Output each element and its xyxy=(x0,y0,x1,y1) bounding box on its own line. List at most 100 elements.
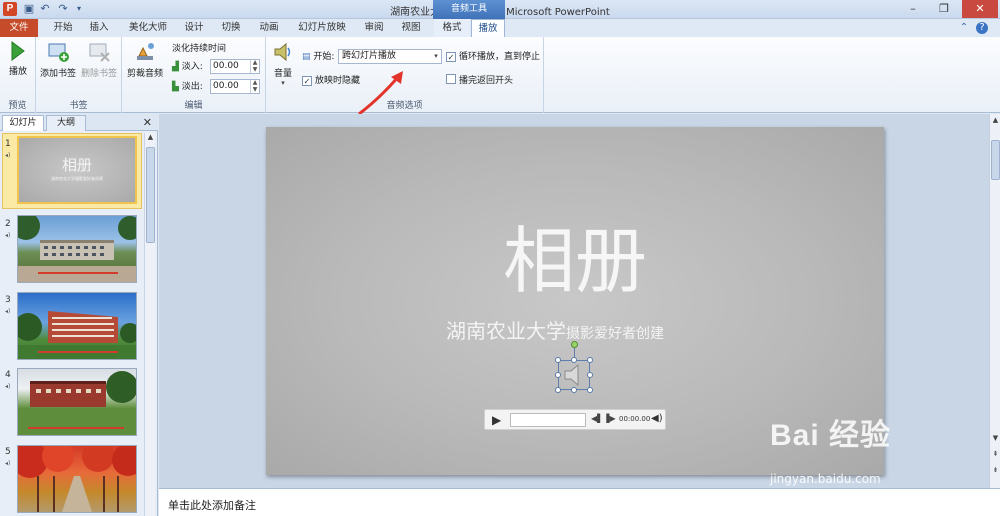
slide-thumbnail-4[interactable] xyxy=(17,368,137,436)
scroll-up-icon[interactable]: ▲ xyxy=(145,133,156,141)
volume-dropdown-icon: ▾ xyxy=(281,79,285,87)
tab-home[interactable]: 开始 xyxy=(46,19,80,37)
hide-during-show-check-icon: ✓ xyxy=(302,76,312,86)
thumbnail-title: 相册 xyxy=(61,156,92,174)
audio-object-selected[interactable] xyxy=(558,360,590,390)
tab-format[interactable]: 格式 xyxy=(434,19,470,37)
resize-handle-bottom-left[interactable] xyxy=(555,387,561,393)
resize-handle-top[interactable] xyxy=(571,357,577,363)
help-icon[interactable]: ? xyxy=(976,22,988,34)
next-slide-icon[interactable]: ⇟ xyxy=(990,466,1000,474)
hide-during-show-checkbox[interactable]: ✓ 放映时隐藏 xyxy=(302,73,360,89)
rewind-after-playing-checkbox[interactable]: 播完返回开头 xyxy=(446,73,513,89)
loop-until-stopped-label: 循环播放，直到停止 xyxy=(459,52,541,62)
close-window-button[interactable]: ✕ xyxy=(962,0,998,18)
resize-handle-bottom-right[interactable] xyxy=(587,387,593,393)
add-bookmark-icon xyxy=(48,43,69,62)
remove-bookmark-button[interactable]: 删除书签 xyxy=(80,40,118,79)
tab-outline[interactable]: 大纲 xyxy=(46,115,86,131)
resize-handle-top-left[interactable] xyxy=(555,357,561,363)
notes-placeholder: 单击此处添加备注 xyxy=(168,499,256,512)
tab-insert[interactable]: 插入 xyxy=(82,19,116,37)
tab-slides[interactable]: 幻灯片 xyxy=(2,115,44,131)
play-preview-button[interactable]: 播放 xyxy=(3,40,33,77)
watermark-brand: Bai 经验 xyxy=(770,419,892,452)
watermark-url: jingyan.baidu.com xyxy=(770,472,881,486)
group-bookmarks-label: 书签 xyxy=(69,101,88,111)
add-bookmark-button[interactable]: 添加书签 xyxy=(39,40,77,79)
thumbnail-scrollbar[interactable]: ▲ xyxy=(144,133,155,516)
audio-tools-context-label: 音频工具 xyxy=(433,0,505,19)
resize-handle-right[interactable] xyxy=(587,372,593,378)
tab-animations[interactable]: 动画 xyxy=(252,19,286,37)
notes-pane[interactable]: 单击此处添加备注 xyxy=(159,488,1000,516)
thumbnail-subtitle: 湖南农业大学摄影爱好者创建 xyxy=(51,176,103,181)
tab-transitions[interactable]: 切换 xyxy=(214,19,248,37)
slide-thumbnail-1[interactable]: 相册 湖南农业大学摄影爱好者创建 xyxy=(17,136,137,204)
resize-handle-bottom[interactable] xyxy=(571,387,577,393)
group-editing-label: 编辑 xyxy=(184,101,203,111)
canvas-scroll-thumb[interactable] xyxy=(991,140,1000,180)
slide-thumbnail-3[interactable] xyxy=(17,292,137,360)
group-preview: 播放 预览 xyxy=(0,37,36,113)
start-dropdown-value: 跨幻灯片播放 xyxy=(342,51,397,61)
previous-slide-icon[interactable]: ⇞ xyxy=(990,450,1000,458)
campus-library-image xyxy=(18,371,136,435)
minimize-ribbon-icon[interactable]: ⌃ xyxy=(958,22,970,34)
ribbon: 播放 预览 添加书签 删除书签 书签 剪裁音频 淡化持续时间 ▟ 淡入: 00.… xyxy=(0,37,1000,113)
tab-file[interactable]: 文件 xyxy=(0,19,38,37)
rewind-after-playing-label: 播完返回开头 xyxy=(459,76,514,86)
loop-check-icon: ✓ xyxy=(446,52,456,62)
resize-handle-top-right[interactable] xyxy=(587,357,593,363)
restore-button[interactable]: ❐ xyxy=(929,0,959,18)
ribbon-tab-row: 文件 开始 插入 美化大师 设计 切换 动画 幻灯片放映 审阅 视图 格式 播放… xyxy=(0,19,1000,37)
tab-slideshow[interactable]: 幻灯片放映 xyxy=(290,19,354,37)
fade-in-icon: ▟ xyxy=(172,62,179,72)
add-bookmark-label: 添加书签 xyxy=(39,69,76,79)
trim-audio-button[interactable]: 剪裁音频 xyxy=(124,40,166,79)
close-icon[interactable]: ✕ xyxy=(143,116,152,129)
slide-thumbnail-2[interactable] xyxy=(17,215,137,283)
play-icon xyxy=(11,41,25,61)
fade-out-spinner-icon[interactable]: ▲ ▼ xyxy=(250,79,259,93)
player-volume-icon[interactable]: ◀) xyxy=(651,413,663,424)
fade-in-spinner-icon[interactable]: ▲ ▼ xyxy=(250,59,259,73)
fade-in-label: 淡入: xyxy=(181,62,203,72)
player-progress-bar[interactable] xyxy=(510,413,586,427)
audio-marker-icon: ◂) xyxy=(5,152,11,159)
minimize-button[interactable]: – xyxy=(898,0,928,18)
fade-in-input[interactable]: 00.00 ▲ ▼ xyxy=(210,59,260,74)
tab-design[interactable]: 设计 xyxy=(178,19,210,37)
slide-subtitle-small: 摄影爱好者创建 xyxy=(566,326,664,342)
panel-tabs: 幻灯片 大纲 ✕ xyxy=(0,114,158,131)
audio-marker-icon: ◂) xyxy=(5,232,11,239)
tab-playback[interactable]: 播放 xyxy=(471,19,505,37)
slide-title[interactable]: 相册 xyxy=(266,202,884,307)
rotation-handle[interactable] xyxy=(571,341,578,348)
tab-beautify-master[interactable]: 美化大师 xyxy=(120,19,176,37)
rewind-check-icon xyxy=(446,74,456,84)
remove-bookmark-icon xyxy=(89,43,110,62)
start-icon: ▤ xyxy=(302,52,311,62)
tab-review[interactable]: 审阅 xyxy=(358,19,390,37)
slide-thumbnail-5[interactable] xyxy=(17,445,137,513)
fade-out-input[interactable]: 00.00 ▲ ▼ xyxy=(210,79,260,94)
canvas-scrollbar[interactable]: ▲ ▼ ⇞ ⇟ xyxy=(989,114,1000,488)
baidu-watermark: Bai 经验 jingyan.baidu.com xyxy=(770,410,970,490)
scroll-down-icon[interactable]: ▼ xyxy=(990,434,1000,442)
volume-button[interactable]: 音量 ▾ xyxy=(270,40,296,87)
slide-subtitle[interactable]: 湖南农业大学摄影爱好者创建 xyxy=(446,315,664,344)
thumbnail-scroll-thumb[interactable] xyxy=(146,147,155,243)
campus-dormitory-image xyxy=(18,311,136,359)
loop-until-stopped-checkbox[interactable]: ✓ 循环播放，直到停止 xyxy=(446,49,540,65)
fade-in-row: ▟ 淡入: xyxy=(172,59,203,75)
start-dropdown[interactable]: 跨幻灯片播放 ▾ xyxy=(338,49,442,64)
player-skip-icon[interactable]: ◀▌▐▶ xyxy=(591,414,616,423)
scroll-up-icon[interactable]: ▲ xyxy=(990,116,1000,124)
player-play-icon[interactable]: ▶ xyxy=(492,413,501,427)
resize-handle-left[interactable] xyxy=(555,372,561,378)
player-time: 00:00.00 xyxy=(619,415,651,423)
volume-label: 音量 xyxy=(273,69,292,79)
fade-out-row: ▙ 淡出: xyxy=(172,79,203,95)
tab-view[interactable]: 视图 xyxy=(394,19,428,37)
